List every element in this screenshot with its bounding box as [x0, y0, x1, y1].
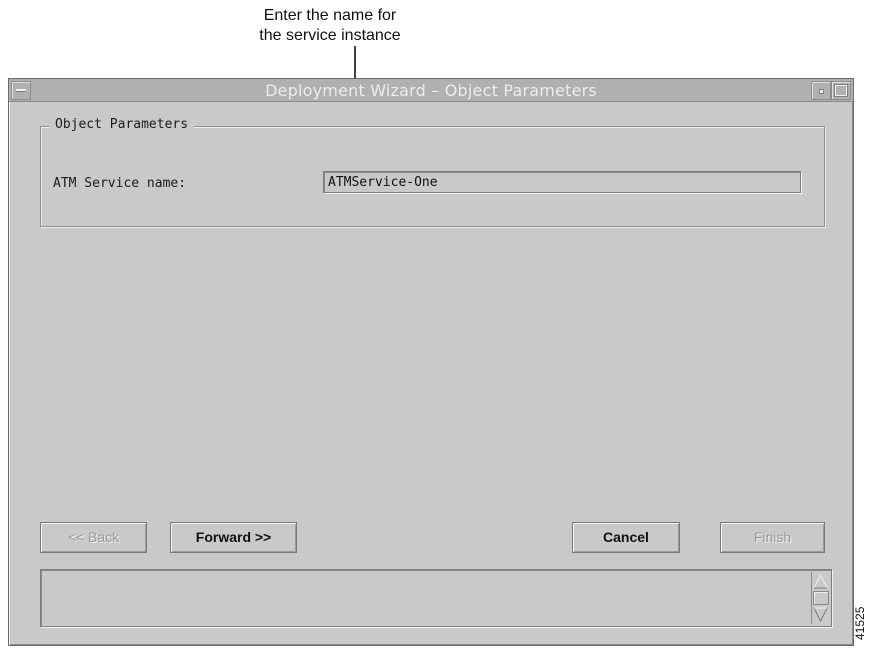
window-titlebar[interactable]: Deployment Wizard – Object Parameters — [9, 79, 853, 102]
finish-button[interactable]: Finish — [720, 522, 825, 553]
annotation-line-2: the service instance — [259, 27, 401, 44]
window-minimize-icon[interactable] — [811, 81, 831, 100]
deployment-wizard-window: Deployment Wizard – Object Parameters Ob… — [8, 78, 854, 646]
figure-id: 41525 — [853, 606, 867, 640]
annotation-callout: Enter the name for the service instance — [205, 6, 455, 46]
status-message-area[interactable] — [40, 569, 832, 627]
scrollbar-thumb[interactable] — [813, 591, 829, 605]
scroll-down-arrow-icon[interactable] — [813, 607, 828, 622]
annotation-line-1: Enter the name for — [263, 7, 397, 24]
object-parameters-legend: Object Parameters — [49, 117, 195, 132]
window-maximize-icon[interactable] — [831, 81, 851, 100]
forward-button[interactable]: Forward >> — [170, 522, 297, 553]
cancel-button[interactable]: Cancel — [572, 522, 680, 553]
atm-service-name-label: ATM Service name: — [53, 176, 187, 191]
scroll-up-arrow-icon[interactable] — [813, 574, 828, 589]
window-title: Deployment Wizard – Object Parameters — [265, 81, 597, 100]
atm-service-name-input[interactable] — [323, 171, 801, 193]
back-button[interactable]: << Back — [40, 522, 147, 553]
status-scrollbar[interactable] — [811, 572, 829, 624]
